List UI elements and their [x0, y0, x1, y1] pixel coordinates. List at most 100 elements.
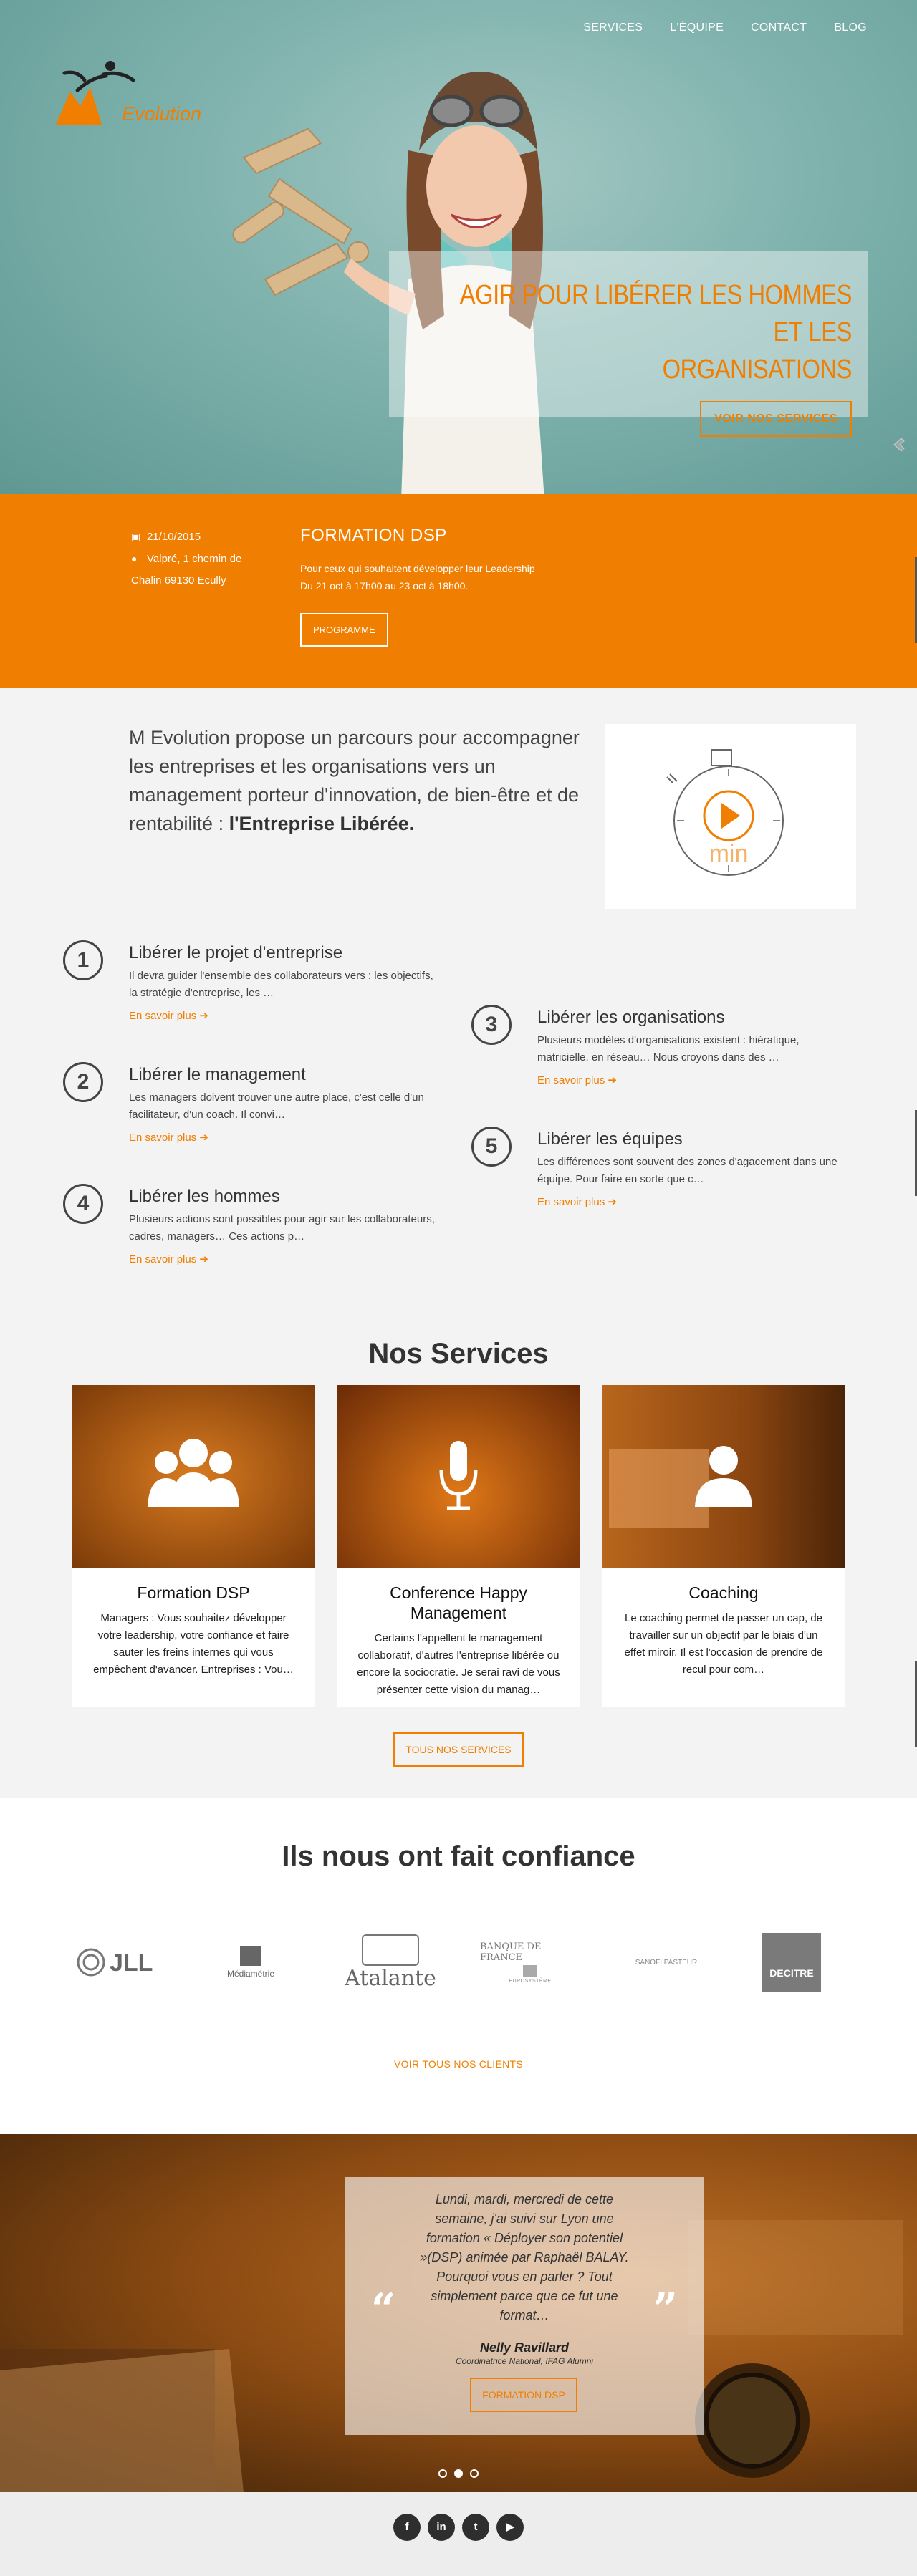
service-card[interactable]: Formation DSP Managers : Vous souhaitez … [72, 1385, 315, 1707]
step-title: Libérer le projet d'entreprise [129, 943, 343, 963]
facebook-icon[interactable]: f [393, 2514, 421, 2541]
nav-equipe[interactable]: L'ÉQUIPE [670, 21, 724, 34]
linkedin-icon[interactable]: in [428, 2514, 455, 2541]
event-date: 21/10/2015 [147, 531, 201, 543]
read-more-label: En savoir plus [537, 1196, 605, 1208]
testimonial-section: “ ” Lundi, mardi, mercredi de cette sema… [0, 2134, 917, 2492]
microphone-icon [439, 1441, 478, 1510]
arrow-right-icon: ➔ [199, 1132, 208, 1144]
client-name: DECITRE [762, 1933, 821, 1992]
hero-callout: AGIR POUR LIBÉRER LES HOMMES ET LES ORGA… [389, 251, 868, 437]
step-number: 2 [63, 1062, 103, 1102]
event-desc-line2: Du 21 oct à 17h00 au 23 oct à 18h00. [300, 580, 469, 592]
twitter-icon[interactable]: t [462, 2514, 489, 2541]
main-nav: SERVICES L'ÉQUIPE CONTACT BLOG [583, 21, 867, 34]
client-logo-atalante: Atalante [344, 1930, 437, 1994]
arrow-right-icon: ➔ [608, 1196, 617, 1208]
service-image [72, 1385, 315, 1568]
service-card[interactable]: Coaching Le coaching permet de passer un… [602, 1385, 845, 1707]
step-read-more-link[interactable]: En savoir plus ➔ [537, 1074, 858, 1086]
client-logos: JLL Médiamétrie Atalante BANQUE DE FRANC… [72, 1930, 845, 1994]
step-title: Libérer les hommes [129, 1187, 280, 1206]
carousel-dots [0, 2469, 917, 2478]
carousel-dot[interactable] [470, 2469, 479, 2478]
client-logo-banque-de-france: BANQUE DE FRANCE EUROSYSTÈME [480, 1930, 580, 1994]
event-desc-line1: Pour ceux qui souhaitent développer leur… [300, 563, 535, 574]
client-name: SANOFI PASTEUR [635, 1958, 698, 1967]
step-title: Libérer le management [129, 1065, 306, 1084]
clients-section: Ils nous ont fait confiance JLL Médiamét… [0, 1798, 917, 2134]
testimonial-text: Lundi, mardi, mercredi de cette semaine,… [420, 2192, 629, 2322]
step-title: Libérer les organisations [537, 1008, 725, 1027]
services-title: Nos Services [368, 1338, 549, 1369]
footer: f in t ▶ [0, 2492, 917, 2576]
service-description: Managers : Vous souhaitez développer vot… [93, 1612, 294, 1676]
client-name: Médiamétrie [226, 1969, 275, 1979]
client-logo-jll: JLL [72, 1930, 168, 1994]
event-title: FORMATION DSP [300, 526, 447, 545]
nav-contact[interactable]: CONTACT [751, 21, 807, 34]
slider-arrow-icon[interactable] [890, 435, 908, 454]
testimonial-formation-button[interactable]: FORMATION DSP [470, 2378, 577, 2412]
map-marker-icon: ● [131, 553, 138, 564]
step-read-more-link[interactable]: En savoir plus ➔ [537, 1195, 858, 1208]
intro-section: M Evolution propose un parcours pour acc… [0, 688, 917, 1798]
event-description: Pour ceux qui souhaitent développer leur… [300, 560, 535, 594]
service-card[interactable]: Conference Happy Management Certains l'a… [337, 1385, 580, 1707]
hero-section: SERVICES L'ÉQUIPE CONTACT BLOG Evolution [0, 0, 917, 494]
service-description: Le coaching permet de passer un cap, de … [624, 1612, 823, 1676]
step-item: 4 Libérer les hommes Plusieurs actions s… [63, 1184, 450, 1265]
client-name: Atalante [345, 1965, 436, 1991]
arrow-right-icon: ➔ [199, 1253, 208, 1265]
step-description: Plusieurs modèles d'organisations existe… [537, 1034, 800, 1063]
hero-title-line1: AGIR POUR LIBÉRER LES HOMMES ET LES [459, 280, 853, 347]
step-read-more-link[interactable]: En savoir plus ➔ [129, 1253, 450, 1265]
step-number: 3 [471, 1005, 512, 1045]
carousel-dot-active[interactable] [454, 2469, 463, 2478]
read-more-label: En savoir plus [129, 1253, 197, 1265]
step-description: Les managers doivent trouver une autre p… [129, 1091, 424, 1121]
step-item: 2 Libérer le management Les managers doi… [63, 1062, 450, 1144]
carousel-dot[interactable] [438, 2469, 447, 2478]
event-address-line1: Valpré, 1 chemin de [147, 553, 242, 565]
site-logo[interactable]: Evolution [49, 56, 221, 135]
step-number: 5 [471, 1127, 512, 1167]
nav-services[interactable]: SERVICES [583, 21, 643, 34]
arrow-right-icon: ➔ [608, 1074, 617, 1086]
step-read-more-link[interactable]: En savoir plus ➔ [129, 1009, 450, 1022]
nav-blog[interactable]: BLOG [834, 21, 867, 34]
intro-text-bold: l'Entreprise Libérée. [229, 813, 415, 834]
step-description: Les différences sont souvent des zones d… [537, 1156, 837, 1185]
read-more-label: En savoir plus [129, 1132, 197, 1144]
service-image [602, 1385, 845, 1568]
all-services-button[interactable]: TOUS NOS SERVICES [393, 1732, 524, 1767]
all-clients-link[interactable]: VOIR TOUS NOS CLIENTS [0, 2058, 917, 2070]
user-icon [609, 1446, 752, 1528]
service-title: Conference Happy Management [390, 1583, 527, 1622]
step-item: 5 Libérer les équipes Les différences so… [471, 1127, 858, 1208]
quote-open-icon: “ [371, 2285, 396, 2335]
service-title: Formation DSP [137, 1583, 250, 1602]
service-description: Certains l'appellent le management colla… [357, 1632, 560, 1696]
youtube-icon[interactable]: ▶ [496, 2514, 524, 2541]
client-logo-mediametrie: Médiamétrie [211, 1930, 290, 1994]
clients-title: Ils nous ont fait confiance [282, 1841, 635, 1872]
testimonial-author: Nelly Ravillard [479, 2340, 570, 2355]
stopwatch-play-icon: min [666, 749, 784, 876]
steps-list: 1 Libérer le projet d'entreprise Il devr… [63, 940, 858, 1284]
social-links: f in t ▶ [0, 2514, 917, 2541]
event-meta: ▣ 21/10/2015 ● Valpré, 1 chemin de Chalin … [131, 526, 241, 592]
read-more-label: En savoir plus [537, 1074, 605, 1086]
step-title: Libérer les équipes [537, 1129, 683, 1149]
programme-button[interactable]: PROGRAMME [300, 613, 388, 647]
client-name: BANQUE DE FRANCE [480, 1941, 542, 1963]
services-cards: Formation DSP Managers : Vous souhaitez … [72, 1385, 845, 1707]
step-item: 1 Libérer le projet d'entreprise Il devr… [63, 940, 450, 1022]
step-number: 4 [63, 1184, 103, 1224]
service-image [337, 1385, 580, 1568]
client-name: JLL [110, 1949, 153, 1977]
step-read-more-link[interactable]: En savoir plus ➔ [129, 1131, 450, 1144]
see-services-button[interactable]: VOIR NOS SERVICES [700, 401, 852, 437]
service-title: Coaching [688, 1583, 759, 1602]
video-thumbnail[interactable]: min [605, 724, 856, 909]
